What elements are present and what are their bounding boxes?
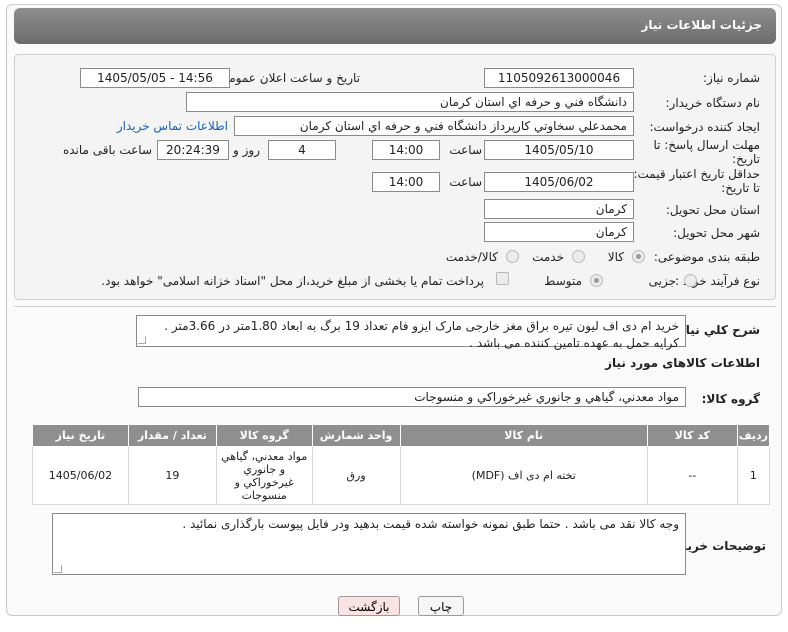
buyer-org-field: دانشگاه فني و حرفه اي استان کرمان: [186, 92, 634, 112]
deadline-time-label: ساعت: [449, 143, 482, 157]
cell-group: مواد معدني، گیاهي و جانوري غیرخوراکي و م…: [215, 446, 313, 505]
cell-index: 1: [736, 446, 771, 505]
category-option-goods-service: کالا/خدمت: [445, 250, 498, 264]
delivery-city-field: کرمان: [484, 222, 634, 242]
requester-field: محمدعلي سخاوتي کارپرداز دانشگاه فني و حر…: [234, 116, 634, 136]
notes-resize-handle[interactable]: [54, 565, 62, 573]
announce-label: تاریخ و ساعت اعلان عمومی:: [215, 71, 360, 85]
category-radio-goods[interactable]: [632, 250, 645, 263]
col-header-code: کد کالا: [646, 424, 738, 447]
need-number-label: شماره نیاز:: [703, 71, 760, 85]
category-radio-goods-service[interactable]: [506, 250, 519, 263]
divider: [14, 306, 776, 307]
cell-code: --: [646, 446, 738, 505]
delivery-province-label: استان محل تحویل:: [665, 203, 760, 217]
col-header-unit: واحد شمارش: [311, 424, 401, 447]
announce-field: 1405/05/05 - 14:56: [80, 68, 230, 88]
col-header-date: تاریخ نیاز: [32, 424, 129, 447]
back-button[interactable]: بازگشت: [338, 596, 400, 616]
category-radio-service[interactable]: [572, 250, 585, 263]
buyer-org-label: نام دستگاه خریدار:: [665, 96, 761, 110]
category-option-service: خدمت: [532, 250, 564, 264]
summary-text: خرید ام دی اف لیون تیره براق مغز خارجی م…: [136, 315, 686, 350]
category-option-goods: کالا: [607, 250, 624, 264]
need-number-field: 1105092613000046: [484, 68, 634, 88]
goods-group-field: مواد معدني، گیاهي و جانوري غیرخوراکي و م…: [138, 387, 686, 407]
cell-date: 1405/06/02: [32, 446, 129, 505]
summary-label: شرح کلي نیاز:: [674, 323, 760, 337]
summary-resize-handle[interactable]: [138, 336, 146, 344]
deadline-time-field: 14:00: [372, 140, 440, 160]
page-title: جزئیات اطلاعات نیاز: [641, 18, 762, 32]
deadline-date-field: 1405/05/10: [484, 140, 634, 160]
col-header-qty: تعداد / مقدار: [127, 424, 217, 447]
deadline-label-line1: مهلت ارسال پاسخ: تا: [653, 138, 760, 152]
process-radio-minor[interactable]: [684, 274, 697, 287]
process-option-minor: جزیی: [648, 274, 676, 288]
delivery-province-field: کرمان: [484, 199, 634, 219]
price-validity-time-label: ساعت: [449, 175, 482, 189]
buyer-notes-text: وجه کالا نقد می باشد . حتما طبق نمونه خو…: [52, 513, 686, 575]
goods-section-title: اطلاعات کالاهای مورد نیاز: [605, 356, 760, 370]
price-validity-label-line1: حداقل تاریخ اعتبار قیمت:: [633, 167, 760, 181]
price-validity-date-field: 1405/06/02: [484, 172, 634, 192]
process-radio-medium[interactable]: [590, 274, 603, 287]
table-row: 1405/06/02 19 مواد معدني، گیاهي و جانوري…: [32, 446, 771, 505]
price-validity-time-field: 14:00: [372, 172, 440, 192]
goods-group-label: گروه کالا:: [701, 392, 760, 406]
remaining-label: ساعت باقی مانده: [62, 143, 152, 157]
cell-unit: ورق: [311, 446, 401, 505]
remaining-time-field: 20:24:39: [157, 140, 229, 160]
process-option-medium: متوسط: [544, 274, 582, 288]
buyer-contact-link[interactable]: اطلاعات تماس خریدار: [117, 119, 228, 133]
print-button[interactable]: چاپ: [418, 596, 464, 616]
col-header-group: گروه کالا: [215, 424, 313, 447]
col-header-name: نام کالا: [399, 424, 648, 447]
requester-label: ایجاد کننده درخواست:: [649, 120, 760, 134]
treasury-payment-checkbox[interactable]: [496, 272, 509, 285]
col-header-index: ردیف: [736, 424, 771, 447]
treasury-payment-note: پرداخت تمام یا بخشی از مبلغ خرید،از محل …: [101, 274, 484, 288]
goods-table: تاریخ نیاز تعداد / مقدار گروه کالا واحد …: [32, 424, 771, 505]
category-label: طبقه بندی موضوعی:: [653, 250, 760, 264]
price-validity-label-line2: تا تاریخ:: [721, 181, 760, 195]
cell-name: تخته ام دی اف (MDF): [399, 446, 648, 505]
remaining-days-field: 4: [268, 140, 336, 160]
title-bar: جزئیات اطلاعات نیاز: [14, 8, 776, 44]
days-label: روز و: [233, 143, 260, 157]
goods-table-header: تاریخ نیاز تعداد / مقدار گروه کالا واحد …: [32, 424, 771, 447]
deadline-label-line2: تاریخ:: [732, 152, 760, 166]
delivery-city-label: شهر محل تحویل:: [673, 226, 760, 240]
cell-qty: 19: [127, 446, 217, 505]
